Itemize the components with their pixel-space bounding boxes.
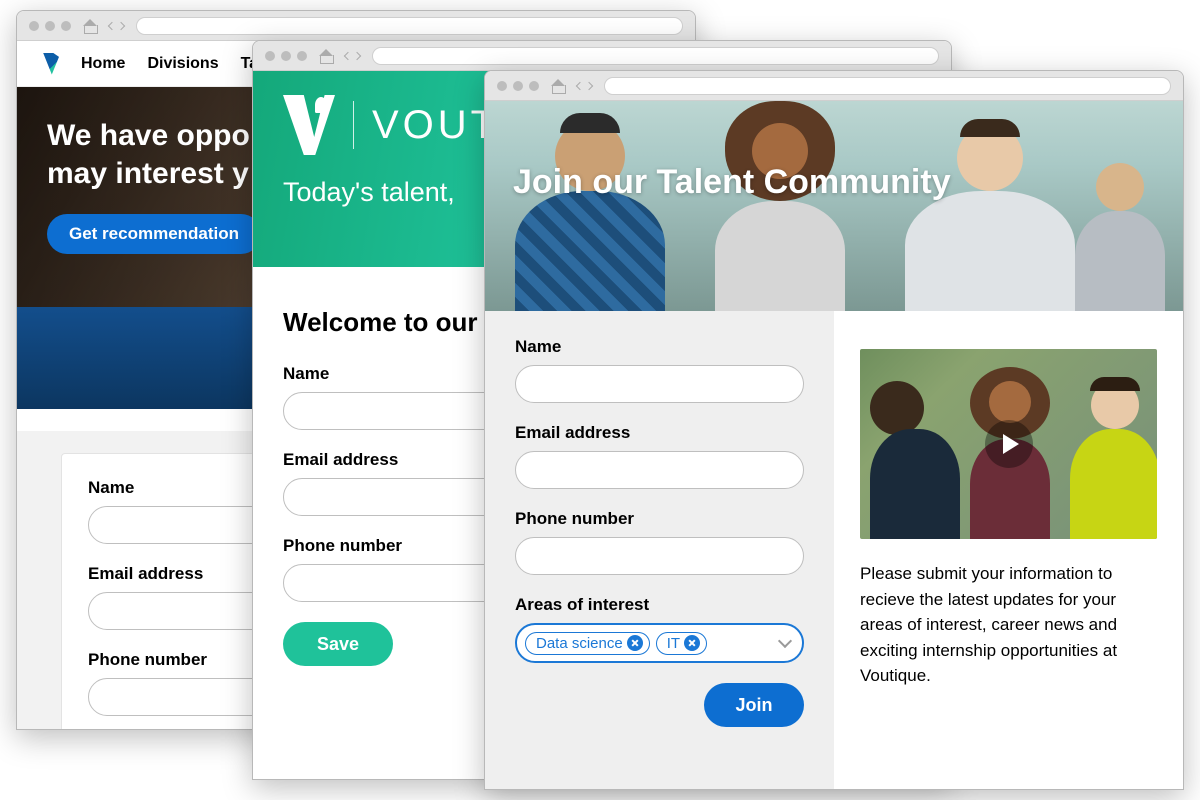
- url-bar[interactable]: [604, 77, 1171, 95]
- remove-chip-icon[interactable]: [684, 635, 700, 651]
- promo-video[interactable]: [860, 349, 1157, 539]
- window-titlebar: [485, 71, 1183, 101]
- name-input[interactable]: [515, 365, 804, 403]
- hero-title: Join our Talent Community: [513, 163, 951, 202]
- phone-input[interactable]: [515, 537, 804, 575]
- chip-label: Data science: [536, 635, 623, 652]
- chevron-down-icon[interactable]: [778, 634, 792, 648]
- voutique-logo-icon: [283, 95, 335, 155]
- window-controls[interactable]: [265, 51, 307, 61]
- info-panel: Please submit your information to reciev…: [834, 311, 1183, 789]
- window-controls[interactable]: [497, 81, 539, 91]
- window-titlebar: [17, 11, 695, 41]
- interest-multiselect[interactable]: Data science IT: [515, 623, 804, 663]
- nav-arrows-icon[interactable]: [109, 23, 124, 29]
- phone-label: Phone number: [515, 509, 804, 529]
- email-label: Email address: [515, 423, 804, 443]
- browser-window-front: Join our Talent Community Name Email add…: [484, 70, 1184, 790]
- get-recommendations-button[interactable]: Get recommendation: [47, 214, 261, 254]
- name-label: Name: [515, 337, 804, 357]
- signup-form: Name Email address Phone number Areas of…: [485, 311, 834, 789]
- save-button[interactable]: Save: [283, 622, 393, 666]
- window-dot[interactable]: [61, 21, 71, 31]
- nav-divisions[interactable]: Divisions: [147, 55, 218, 73]
- home-icon[interactable]: [83, 19, 97, 33]
- nav-arrows-icon[interactable]: [345, 53, 360, 59]
- play-icon[interactable]: [985, 420, 1033, 468]
- window-dot[interactable]: [281, 51, 291, 61]
- url-bar[interactable]: [136, 17, 683, 35]
- window-dot[interactable]: [497, 81, 507, 91]
- hero-banner: Join our Talent Community: [485, 101, 1183, 311]
- hero-photo: [485, 101, 1183, 311]
- interest-label: Areas of interest: [515, 595, 804, 615]
- voutique-logo-icon: [43, 53, 59, 75]
- info-text: Please submit your information to reciev…: [860, 561, 1157, 689]
- window-titlebar: [253, 41, 951, 71]
- window-dot[interactable]: [29, 21, 39, 31]
- window-controls[interactable]: [29, 21, 71, 31]
- window-dot[interactable]: [529, 81, 539, 91]
- brand-name: VOUT: [372, 103, 499, 148]
- nav-home[interactable]: Home: [81, 55, 125, 73]
- url-bar[interactable]: [372, 47, 939, 65]
- chip-label: IT: [667, 635, 680, 652]
- nav-arrows-icon[interactable]: [577, 83, 592, 89]
- divider: [353, 101, 354, 149]
- join-button[interactable]: Join: [704, 683, 804, 727]
- window-dot[interactable]: [45, 21, 55, 31]
- home-icon[interactable]: [319, 49, 333, 63]
- window-dot[interactable]: [513, 81, 523, 91]
- interest-chip[interactable]: Data science: [525, 632, 650, 655]
- interest-chip[interactable]: IT: [656, 632, 707, 655]
- email-input[interactable]: [515, 451, 804, 489]
- window-dot[interactable]: [265, 51, 275, 61]
- home-icon[interactable]: [551, 79, 565, 93]
- window-dot[interactable]: [297, 51, 307, 61]
- remove-chip-icon[interactable]: [627, 635, 643, 651]
